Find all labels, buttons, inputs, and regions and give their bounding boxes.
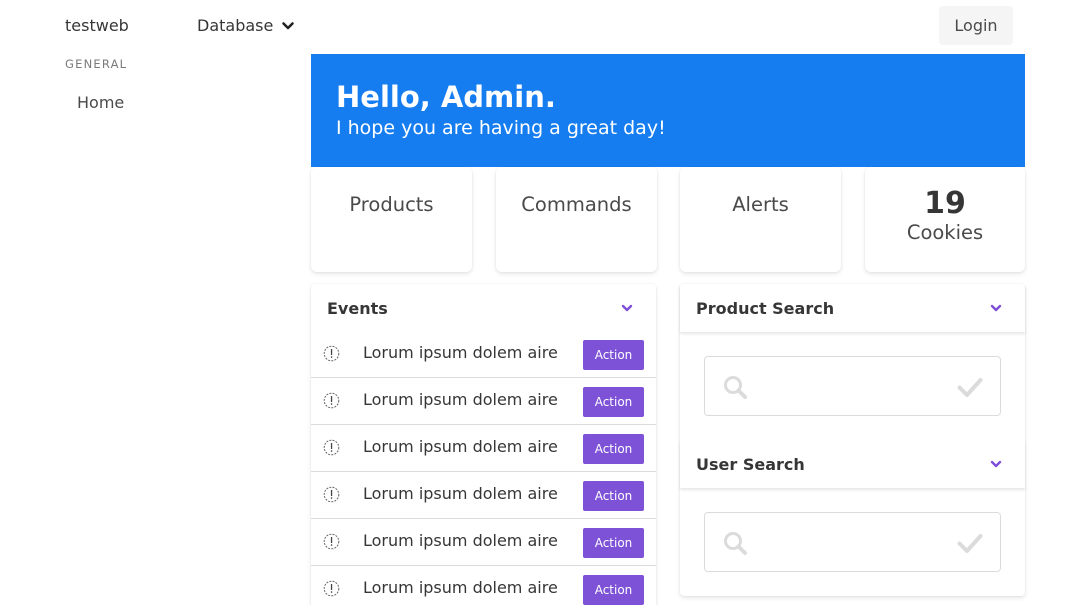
- tile-alerts[interactable]: Alerts: [680, 167, 841, 272]
- event-row: Lorum ipsum dolem aire Action: [311, 331, 656, 378]
- event-action-button[interactable]: Action: [583, 340, 644, 370]
- tile-label: Commands: [521, 193, 632, 216]
- user-search-input[interactable]: [705, 513, 1000, 571]
- event-action-button[interactable]: Action: [583, 387, 644, 417]
- event-row: Lorum ipsum dolem aire Action: [311, 472, 656, 519]
- exclamation-circle-icon: [323, 439, 340, 456]
- login-button[interactable]: Login: [939, 6, 1013, 45]
- product-search-input[interactable]: [705, 357, 1000, 415]
- event-action-button[interactable]: Action: [583, 481, 644, 511]
- event-text: Lorum ipsum dolem aire: [363, 484, 558, 503]
- chevron-down-icon[interactable]: [620, 301, 634, 315]
- user-search-header[interactable]: User Search: [680, 440, 1025, 488]
- welcome-hero: Hello, Admin. I hope you are having a gr…: [311, 54, 1025, 167]
- exclamation-circle-icon: [323, 392, 340, 409]
- tile-commands[interactable]: Commands: [496, 167, 657, 272]
- menu-section-label: GENERAL: [65, 57, 128, 71]
- database-dropdown[interactable]: Database: [197, 16, 295, 35]
- tile-label: Alerts: [732, 193, 789, 216]
- product-search-header[interactable]: Product Search: [680, 284, 1025, 332]
- event-action-button[interactable]: Action: [583, 528, 644, 558]
- search-icon: [724, 532, 747, 555]
- event-text: Lorum ipsum dolem aire: [363, 437, 558, 456]
- exclamation-circle-icon: [323, 533, 340, 550]
- event-row: Lorum ipsum dolem aire Action: [311, 425, 656, 472]
- events-card: Events Lorum ipsum dolem aire Action Lor…: [311, 284, 656, 605]
- event-text: Lorum ipsum dolem aire: [363, 390, 558, 409]
- events-list: Lorum ipsum dolem aire Action Lorum ipsu…: [311, 331, 656, 605]
- event-text: Lorum ipsum dolem aire: [363, 531, 558, 550]
- tile-value: 19: [924, 186, 966, 221]
- event-text: Lorum ipsum dolem aire: [363, 578, 558, 597]
- product-search-title: Product Search: [696, 298, 835, 318]
- sidebar-item-home[interactable]: Home: [77, 93, 124, 112]
- event-text: Lorum ipsum dolem aire: [363, 343, 558, 362]
- database-label: Database: [197, 16, 274, 35]
- product-search-field[interactable]: [704, 356, 1001, 416]
- tile-products[interactable]: Products: [311, 167, 472, 272]
- search-icon: [724, 376, 747, 399]
- chevron-down-icon[interactable]: [989, 457, 1003, 471]
- event-row: Lorum ipsum dolem aire Action: [311, 378, 656, 425]
- tile-cookies[interactable]: 19 Cookies: [865, 167, 1025, 272]
- events-title: Events: [327, 298, 388, 318]
- exclamation-circle-icon: [323, 580, 340, 597]
- events-header[interactable]: Events: [311, 284, 656, 332]
- event-action-button[interactable]: Action: [583, 575, 644, 605]
- event-action-button[interactable]: Action: [583, 434, 644, 464]
- event-row: Lorum ipsum dolem aire Action: [311, 566, 656, 605]
- chevron-down-icon[interactable]: [989, 301, 1003, 315]
- search-card: Product Search User Search: [680, 284, 1025, 596]
- check-icon: [957, 534, 983, 553]
- hero-subtitle: I hope you are having a great day!: [336, 117, 666, 139]
- navbar: testweb Database Login: [0, 0, 1086, 54]
- chevron-down-icon: [282, 21, 295, 29]
- tile-label: Products: [349, 193, 434, 216]
- user-search-title: User Search: [696, 454, 805, 474]
- user-search-field[interactable]: [704, 512, 1001, 572]
- exclamation-circle-icon: [323, 486, 340, 503]
- event-row: Lorum ipsum dolem aire Action: [311, 519, 656, 566]
- hero-title: Hello, Admin.: [336, 80, 556, 114]
- brand-link[interactable]: testweb: [65, 16, 129, 35]
- check-icon: [957, 378, 983, 397]
- tile-label: Cookies: [906, 221, 984, 244]
- exclamation-circle-icon: [323, 345, 340, 362]
